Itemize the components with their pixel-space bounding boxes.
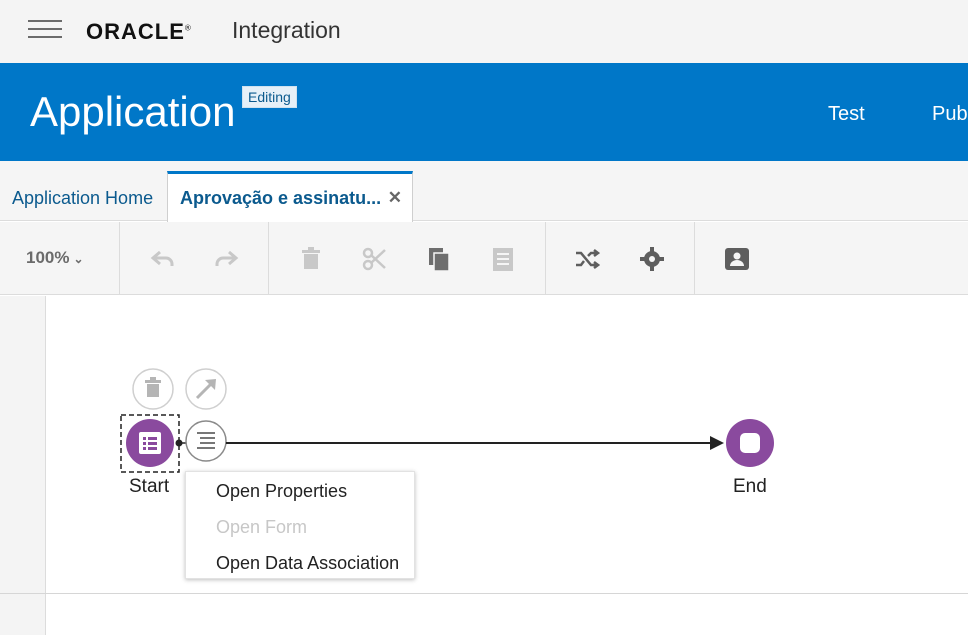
flow-arrowhead <box>710 436 724 450</box>
start-node[interactable] <box>126 419 174 467</box>
node-delete-action[interactable] <box>132 368 174 410</box>
start-node-label: Start <box>129 476 170 497</box>
flow-diagram <box>120 368 774 473</box>
menu-item-open-properties[interactable]: Open Properties <box>216 481 347 502</box>
end-node[interactable] <box>726 419 774 467</box>
form-icon <box>139 432 161 454</box>
context-menu: Open Properties Open Form Open Data Asso… <box>185 471 415 579</box>
menu-item-open-data-association[interactable]: Open Data Association <box>216 553 399 574</box>
menu-item-open-form: Open Form <box>216 517 308 537</box>
end-node-label: End <box>733 476 767 497</box>
trash-icon <box>145 377 161 397</box>
node-connect-action[interactable] <box>185 368 227 410</box>
stop-icon <box>740 433 760 453</box>
node-menu-action[interactable] <box>185 420 227 462</box>
